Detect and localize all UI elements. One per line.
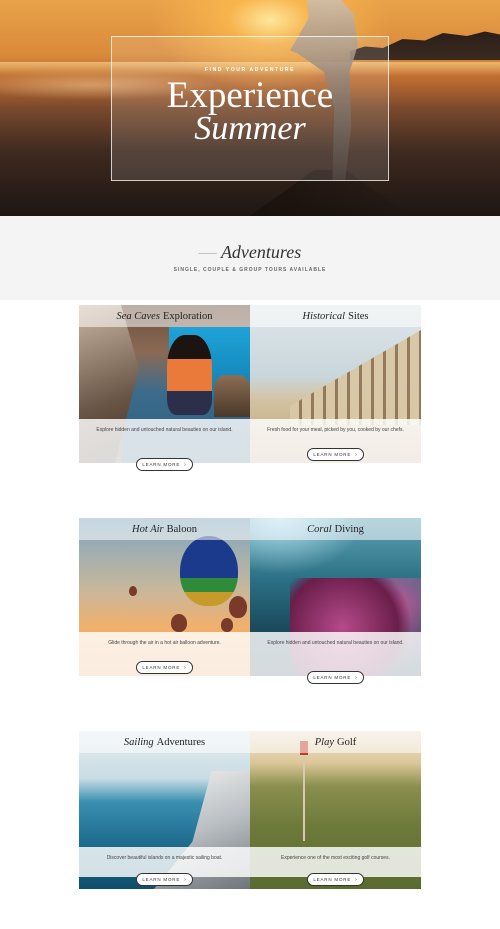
card-description-box: Explore hidden and untouched natural bea… — [250, 632, 421, 676]
chevron-right-icon: › — [355, 674, 358, 681]
card-description-box: Explore hidden and untouched natural bea… — [79, 419, 250, 463]
learn-more-label: LEARN MORE — [142, 462, 181, 467]
card-description: Discover beautiful islands on a majestic… — [106, 855, 223, 861]
card-title-em: Historical — [302, 310, 346, 322]
big-balloon-shape — [180, 536, 238, 606]
hero-title-line1: Experience — [166, 75, 334, 116]
learn-more-button[interactable]: LEARN MORE › — [307, 448, 364, 461]
balloon-shape — [171, 614, 187, 632]
hero-title-line2: Summer — [194, 110, 306, 147]
learn-more-button[interactable]: LEARN MORE › — [136, 873, 193, 886]
hero-kicker: FIND YOUR ADVENTURE — [204, 67, 296, 73]
card-title-rest: Diving — [334, 523, 364, 535]
learn-more-label: LEARN MORE — [313, 877, 352, 882]
card-title-em: Sea Caves — [116, 310, 160, 322]
card-title: Sea Caves Exploration — [79, 305, 250, 327]
learn-more-label: LEARN MORE — [313, 452, 352, 457]
chevron-right-icon: › — [355, 876, 358, 883]
learn-more-button[interactable]: LEARN MORE › — [307, 671, 364, 684]
card-title: Historical Sites — [250, 305, 421, 327]
section-title-text: Adventures — [220, 242, 302, 262]
card-title-em: Coral — [307, 523, 332, 535]
card-description: Explore hidden and untouched natural bea… — [267, 640, 404, 646]
balloon-shape — [229, 596, 247, 618]
rock-shape — [214, 375, 250, 417]
learn-more-button[interactable]: LEARN MORE › — [136, 661, 193, 674]
chevron-right-icon: › — [355, 451, 358, 458]
card-title: Sailing Adventures — [79, 731, 250, 753]
chevron-right-icon: › — [184, 461, 187, 468]
chevron-right-icon: › — [184, 876, 187, 883]
title-dash: — — [198, 242, 217, 262]
learn-more-button[interactable]: LEARN MORE › — [136, 458, 193, 471]
card-title-rest: Exploration — [162, 310, 213, 322]
person-shape — [167, 335, 212, 415]
learn-more-button[interactable]: LEARN MORE › — [307, 873, 364, 886]
card-description: Experience one of the most exciting golf… — [281, 855, 390, 861]
flag-pole-shape — [303, 741, 305, 841]
hero-title-box: FIND YOUR ADVENTURE Experience Summer — [111, 36, 389, 181]
card-title-rest: Sites — [348, 310, 369, 322]
hero-banner: FIND YOUR ADVENTURE Experience Summer — [0, 0, 500, 216]
chevron-right-icon: › — [184, 664, 187, 671]
learn-more-label: LEARN MORE — [142, 665, 181, 670]
section-subtitle: SINGLE, COUPLE & GROUP TOURS AVAILABLE — [173, 267, 327, 273]
temple-columns-shape — [290, 330, 421, 425]
card-description: Glide through the air in a hot air ballo… — [108, 640, 221, 646]
card-title-em: Hot Air — [132, 523, 164, 535]
card-description: Explore hidden and untouched natural bea… — [96, 427, 233, 433]
balloon-shape — [221, 618, 233, 632]
card-title-em: Sailing — [123, 736, 154, 748]
learn-more-label: LEARN MORE — [142, 877, 181, 882]
card-title-rest: Golf — [337, 736, 357, 748]
card-title: Hot Air Baloon — [79, 518, 250, 540]
card-title: Play Golf — [250, 731, 421, 753]
balloon-shape — [129, 586, 137, 596]
card-description: Fresh food for your meal, picked by you,… — [267, 427, 404, 433]
card-title-em: Play — [314, 736, 334, 748]
adventures-header: — Adventures SINGLE, COUPLE & GROUP TOUR… — [0, 216, 500, 300]
section-title: — Adventures — [0, 242, 500, 263]
learn-more-label: LEARN MORE — [313, 675, 352, 680]
card-title-rest: Adventures — [156, 736, 206, 748]
card-title-rest: Baloon — [166, 523, 197, 535]
card-title: Coral Diving — [250, 518, 421, 540]
